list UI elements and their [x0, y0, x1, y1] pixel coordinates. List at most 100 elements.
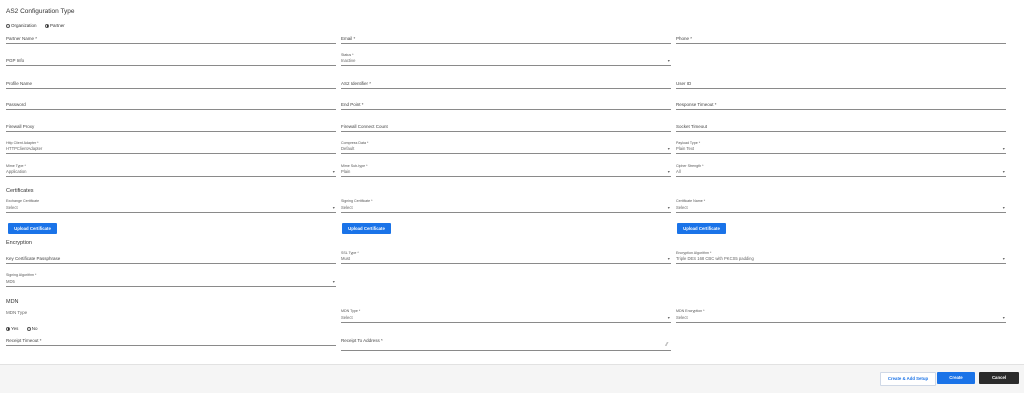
config-type-radio-group: Organization Partner: [6, 17, 69, 35]
http-client-adapter-value: HTTPClientAdapter: [6, 146, 43, 151]
payload-type-dropdown-icon[interactable]: ▼: [1002, 147, 1006, 151]
mdn-type-label: MDN Type: [6, 310, 28, 315]
encryption-algorithm-select[interactable]: [676, 263, 1006, 264]
exchange-certificate-dropdown-icon[interactable]: ▼: [332, 206, 336, 210]
signing-algorithm-value: MD5: [6, 279, 15, 284]
ssl-type-label: SSL Type *: [341, 251, 359, 255]
upload-certificate-button-1[interactable]: Upload Certificate: [8, 223, 57, 234]
signing-algorithm-select[interactable]: [6, 286, 336, 287]
radio-mdn-yes[interactable]: [6, 326, 10, 331]
radio-organization-label: Organization: [11, 23, 37, 29]
page-title: AS2 Configuration Type: [6, 8, 75, 15]
socket-timeout-input[interactable]: [676, 131, 1006, 132]
radio-mdn-no-label: No: [31, 326, 38, 332]
certificate-name-label: Certificate Name *: [676, 199, 706, 203]
textarea-resize-icon[interactable]: ⁄⁄: [666, 342, 668, 348]
http-client-adapter-label: Http Client Adapter *: [6, 141, 39, 145]
mime-type-select[interactable]: [6, 176, 336, 177]
password-input[interactable]: [6, 109, 336, 110]
create-add-setup-button[interactable]: Create & Add Setup: [880, 372, 936, 386]
mdn-type-select[interactable]: [341, 322, 671, 323]
user-id-label: User ID: [676, 81, 692, 86]
certificates-heading: Certificates: [6, 188, 34, 194]
email-input[interactable]: [341, 43, 671, 44]
cipher-strength-value: All: [676, 169, 681, 174]
exchange-certificate-value: Select: [6, 205, 18, 210]
encryption-algorithm-label: Encryption Algorithm *: [676, 251, 712, 255]
ssl-type-select[interactable]: [341, 263, 671, 264]
compress-data-value: Default: [341, 146, 355, 151]
signing-algorithm-dropdown-icon[interactable]: ▼: [332, 280, 336, 284]
signing-algorithm-label: Signing Algorithm *: [6, 273, 37, 277]
receipt-to-address-label: Receipt To Address *: [341, 338, 383, 343]
email-label: Email *: [341, 36, 356, 41]
radio-partner-label: Partner: [49, 23, 65, 29]
status-select[interactable]: [341, 65, 671, 66]
mdn-encryption-value: Select: [676, 315, 688, 320]
status-dropdown-icon[interactable]: ▼: [667, 59, 671, 63]
encryption-algorithm-dropdown-icon[interactable]: ▼: [1002, 257, 1006, 261]
certificate-name-value: Select: [676, 205, 688, 210]
signing-certificate-select[interactable]: [341, 212, 671, 213]
compress-data-select[interactable]: [341, 153, 671, 154]
encryption-heading: Encryption: [6, 240, 32, 246]
mdn-type-dropdown-icon[interactable]: ▼: [667, 316, 671, 320]
mdn-type-select-value: Select: [341, 315, 353, 320]
pgp-info-input[interactable]: [6, 65, 336, 66]
ssl-type-dropdown-icon[interactable]: ▼: [667, 257, 671, 261]
response-timeout-label: Response Timeout *: [676, 102, 717, 107]
partner-name-input[interactable]: [6, 43, 336, 44]
firewall-proxy-label: Firewall Proxy: [6, 124, 35, 129]
key-passphrase-input[interactable]: [6, 263, 336, 264]
upload-certificate-button-2[interactable]: Upload Certificate: [342, 223, 391, 234]
firewall-connect-count-input[interactable]: [341, 131, 671, 132]
status-label: Status *: [341, 53, 354, 57]
end-point-label: End Point *: [341, 102, 364, 107]
compress-data-dropdown-icon[interactable]: ▼: [667, 147, 671, 151]
response-timeout-input[interactable]: [676, 109, 1006, 110]
password-label: Password: [6, 102, 26, 107]
signing-certificate-value: Select: [341, 205, 353, 210]
receipt-to-address-textarea[interactable]: [341, 350, 671, 351]
create-button[interactable]: Create: [937, 372, 975, 384]
payload-type-select[interactable]: [676, 153, 1006, 154]
mime-subtype-value: Plain: [341, 169, 351, 174]
mime-type-value: Application: [6, 169, 27, 174]
partner-name-label: Partner Name *: [6, 36, 38, 41]
exchange-certificate-select[interactable]: [6, 212, 336, 213]
mdn-encryption-dropdown-icon[interactable]: ▼: [1002, 316, 1006, 320]
mime-subtype-select[interactable]: [341, 176, 671, 177]
mime-subtype-dropdown-icon[interactable]: ▼: [667, 170, 671, 174]
radio-mdn-no[interactable]: [26, 326, 31, 331]
cipher-strength-dropdown-icon[interactable]: ▼: [1002, 170, 1006, 174]
as2-identifier-label: AS2 Identifier *: [341, 81, 372, 86]
cancel-button[interactable]: Cancel: [979, 372, 1019, 384]
end-point-input[interactable]: [341, 109, 671, 110]
phone-input[interactable]: [676, 43, 1006, 44]
radio-partner[interactable]: [44, 23, 49, 28]
receipt-timeout-label: Receipt Timeout *: [6, 338, 42, 343]
radio-mdn-yes-label: Yes: [11, 326, 19, 332]
http-client-adapter-input[interactable]: [6, 153, 336, 154]
signing-certificate-dropdown-icon[interactable]: ▼: [667, 206, 671, 210]
firewall-connect-count-label: Firewall Connect Count: [341, 124, 388, 129]
radio-organization[interactable]: [6, 23, 10, 28]
ssl-type-value: Must: [341, 256, 351, 261]
profile-name-input[interactable]: [6, 88, 336, 89]
receipt-timeout-input[interactable]: [6, 345, 336, 346]
mime-type-dropdown-icon[interactable]: ▼: [332, 170, 336, 174]
upload-certificate-button-3[interactable]: Upload Certificate: [677, 223, 726, 234]
payload-type-value: Plain Text: [676, 146, 695, 151]
compress-data-label: Compress Data *: [341, 141, 369, 145]
mime-subtype-label: Mime Sub-type *: [341, 164, 368, 168]
profile-name-label: Profile Name: [6, 81, 33, 86]
mdn-encryption-label: MDN Encryption *: [676, 309, 705, 313]
certificate-name-select[interactable]: [676, 212, 1006, 213]
as2-identifier-input[interactable]: [341, 88, 671, 89]
cipher-strength-select[interactable]: [676, 176, 1006, 177]
mdn-encryption-select[interactable]: [676, 322, 1006, 323]
user-id-input[interactable]: [676, 88, 1006, 89]
certificate-name-dropdown-icon[interactable]: ▼: [1002, 206, 1006, 210]
key-passphrase-label: Key Certificate Passphrase: [6, 256, 61, 261]
firewall-proxy-input[interactable]: [6, 131, 336, 132]
